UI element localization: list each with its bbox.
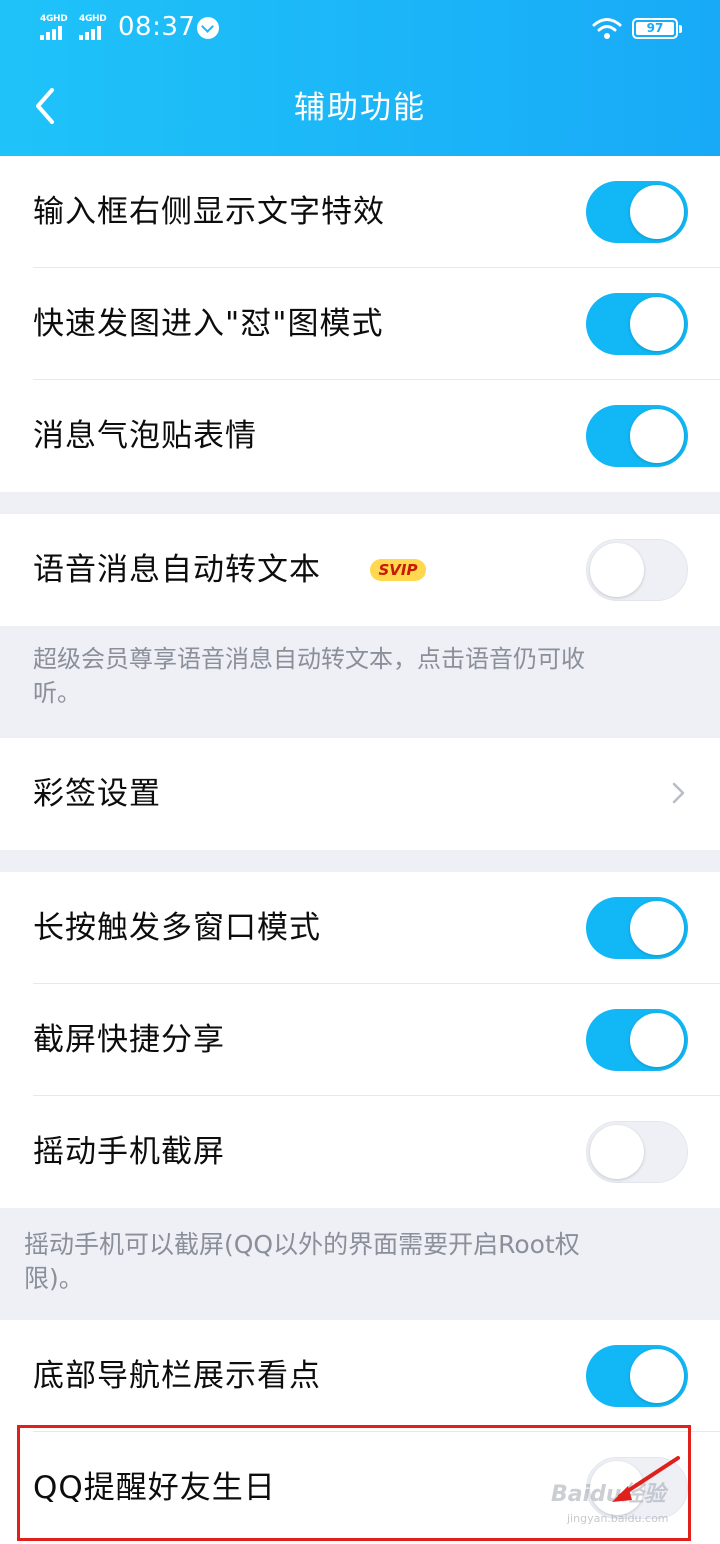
shake-screenshot-toggle[interactable] bbox=[586, 1121, 688, 1183]
page-title: 辅助功能 bbox=[294, 90, 426, 126]
setting-row-voice-to-text[interactable]: 语音消息自动转文本 SVIP bbox=[0, 514, 720, 626]
shake-note: 摇动手机可以截屏(QQ以外的界面需要开启Root权 限)。 bbox=[0, 1208, 720, 1318]
setting-label: 语音消息自动转文本 bbox=[33, 552, 321, 588]
note-line: 超级会员尊享语音消息自动转文本，点击语音仍可收 bbox=[33, 645, 585, 673]
network-type-1: 4GHD bbox=[40, 14, 68, 24]
setting-label: 消息气泡贴表情 bbox=[33, 418, 257, 454]
setting-row-text-effect[interactable]: 输入框右侧显示文字特效 bbox=[0, 156, 720, 268]
annotation-arrow-icon bbox=[612, 1456, 680, 1502]
setting-row-screenshot-share[interactable]: 截屏快捷分享 bbox=[0, 984, 720, 1096]
network-type-2: 4GHD bbox=[79, 14, 107, 24]
signal-icon: 4GHD bbox=[79, 14, 113, 40]
setting-row-color-tag[interactable]: 彩签设置 bbox=[0, 738, 720, 850]
note-line: 听。 bbox=[33, 679, 81, 707]
text-effect-toggle[interactable] bbox=[586, 181, 688, 243]
watermark-url: jingyan.baidu.com bbox=[567, 1512, 669, 1525]
status-time: 08:37 bbox=[118, 12, 196, 42]
setting-row-multi-window[interactable]: 长按触发多窗口模式 bbox=[0, 872, 720, 984]
voice-to-text-toggle[interactable] bbox=[586, 539, 688, 601]
setting-row-shake-screenshot[interactable]: 摇动手机截屏 bbox=[0, 1096, 720, 1208]
setting-label: 输入框右侧显示文字特效 bbox=[33, 194, 385, 230]
multi-window-toggle[interactable] bbox=[586, 897, 688, 959]
voice-note: 超级会员尊享语音消息自动转文本，点击语音仍可收 听。 bbox=[0, 628, 720, 736]
setting-label: 截屏快捷分享 bbox=[33, 1022, 225, 1058]
wifi-icon bbox=[592, 18, 622, 39]
status-bar: 4GHD 4GHD 08:37 97 bbox=[0, 0, 720, 58]
setting-row-nav-kandian[interactable]: 底部导航栏展示看点 bbox=[0, 1320, 720, 1432]
setting-label: 彩签设置 bbox=[33, 776, 161, 812]
svip-badge: SVIP bbox=[370, 559, 426, 581]
setting-label: 快速发图进入"怼"图模式 bbox=[33, 306, 384, 342]
setting-row-bubble-sticker[interactable]: 消息气泡贴表情 bbox=[0, 380, 720, 492]
quick-image-toggle[interactable] bbox=[586, 293, 688, 355]
battery-level: 97 bbox=[636, 22, 674, 35]
signal-icon: 4GHD bbox=[40, 14, 74, 40]
setting-row-quick-image[interactable]: 快速发图进入"怼"图模式 bbox=[0, 268, 720, 380]
note-line: 摇动手机可以截屏(QQ以外的界面需要开启Root权 bbox=[24, 1230, 580, 1259]
battery-icon: 97 bbox=[632, 18, 682, 39]
chevron-right-icon bbox=[672, 782, 685, 804]
screenshot-share-toggle[interactable] bbox=[586, 1009, 688, 1071]
nav-kandian-toggle[interactable] bbox=[586, 1345, 688, 1407]
app-header: 4GHD 4GHD 08:37 97 辅助功能 bbox=[0, 0, 720, 156]
setting-label: 摇动手机截屏 bbox=[33, 1134, 225, 1170]
setting-label: 长按触发多窗口模式 bbox=[33, 910, 321, 946]
bubble-sticker-toggle[interactable] bbox=[586, 405, 688, 467]
note-line: 限)。 bbox=[24, 1264, 84, 1293]
alarm-icon bbox=[197, 17, 219, 39]
setting-label: 底部导航栏展示看点 bbox=[33, 1358, 321, 1394]
